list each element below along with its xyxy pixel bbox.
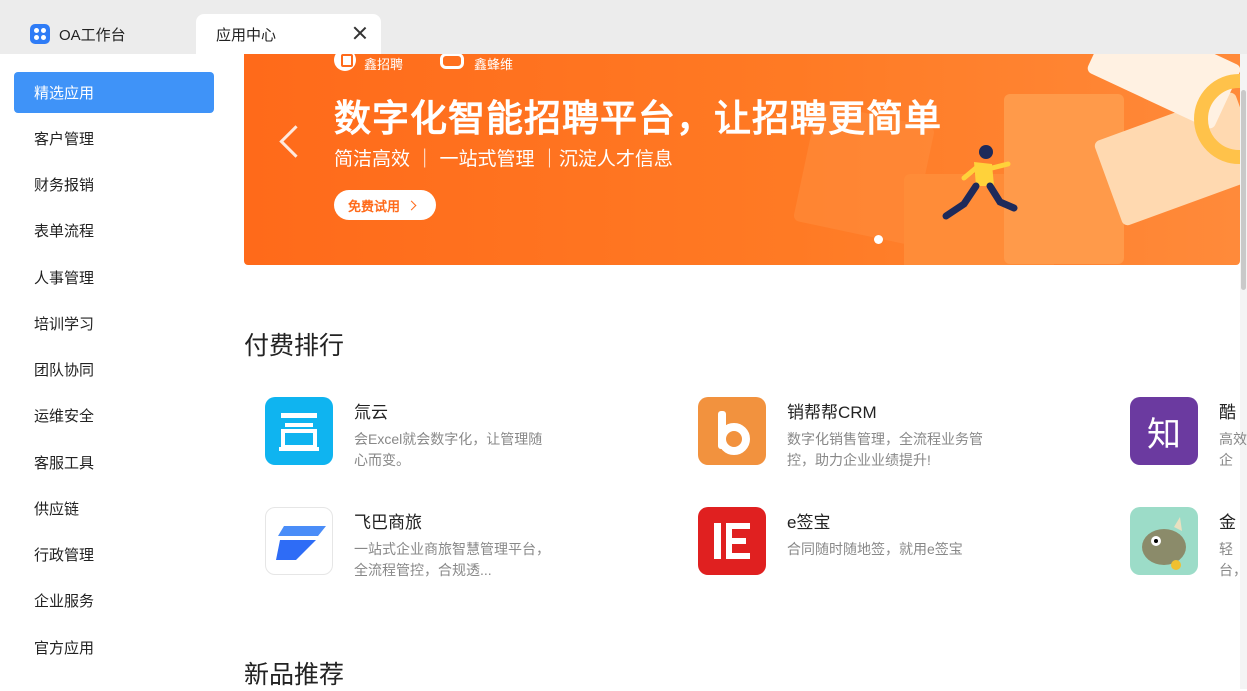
esign-icon [698, 507, 766, 575]
app-card-chuanyun[interactable]: 氚云 会Excel就会数字化，让管理随心而变。 [265, 397, 665, 477]
brand-xinzhaopin: 鑫招聘 [334, 54, 403, 72]
section-title-paid-ranking: 付费排行 [244, 332, 345, 360]
free-trial-button[interactable]: 免费试用 [334, 190, 436, 220]
chevron-right-icon [406, 200, 417, 210]
sidebar-item-label: 运维安全 [34, 408, 95, 425]
tab-bar: OA工作台 应用中心 [0, 0, 1247, 54]
sidebar-item-hr[interactable]: 人事管理 [14, 257, 214, 298]
xinzhaopin-logo-icon [334, 54, 356, 71]
xinfengwei-logo-icon [440, 54, 464, 69]
sidebar-item-label: 精选应用 [34, 85, 95, 102]
app-name: 飞巴商旅 [354, 513, 422, 532]
app-name: e签宝 [787, 513, 831, 532]
sidebar-item-customer[interactable]: 客户管理 [14, 118, 214, 159]
sidebar-item-forms[interactable]: 表单流程 [14, 210, 214, 251]
app-card-ku[interactable]: 知 酷 高效企 [1130, 397, 1247, 477]
feiba-icon [265, 507, 333, 575]
sidebar-item-label: 行政管理 [34, 547, 95, 564]
sidebar-item-enterprise[interactable]: 企业服务 [14, 580, 214, 621]
scrollbar[interactable] [1240, 54, 1247, 689]
sidebar-item-label: 客服工具 [34, 455, 95, 472]
app-description: 轻台， [1219, 541, 1247, 578]
app-description: 合同随时随地签，就用e签宝 [787, 541, 963, 557]
app-card-jin[interactable]: 金 轻台， [1130, 507, 1247, 587]
sidebar-item-label: 客户管理 [34, 131, 95, 148]
app-description: 一站式企业商旅智慧管理平台， 全流程管控，合规透... [354, 541, 550, 578]
app-description: 高效企 [1219, 431, 1247, 468]
scrollbar-thumb[interactable] [1241, 90, 1246, 290]
sidebar-item-admin[interactable]: 行政管理 [14, 534, 214, 575]
banner-subtitle: 简洁高效 ｜ 一站式管理 ｜沉淀人才信息 [334, 149, 673, 170]
close-icon[interactable] [353, 26, 367, 40]
app-description: 数字化销售管理，全流程业务管控，助力企业业绩提升! [787, 431, 983, 468]
sidebar-item-team[interactable]: 团队协同 [14, 349, 214, 390]
sidebar-item-ops[interactable]: 运维安全 [14, 395, 214, 436]
sidebar-item-label: 财务报销 [34, 177, 95, 194]
zhi-icon: 知 [1130, 397, 1198, 465]
xiaobangbang-icon [698, 397, 766, 465]
app-name: 氚云 [354, 403, 388, 422]
section-title-new-products: 新品推荐 [244, 661, 345, 689]
sidebar-item-supply[interactable]: 供应链 [14, 488, 214, 529]
sidebar-item-featured[interactable]: 精选应用 [14, 72, 214, 113]
sidebar-item-label: 官方应用 [34, 640, 95, 657]
runner-illustration [942, 145, 1018, 220]
chuanyun-icon [265, 397, 333, 465]
tab-app-center[interactable]: 应用中心 [196, 14, 381, 54]
rhino-icon [1130, 507, 1198, 575]
sidebar-item-label: 表单流程 [34, 223, 95, 240]
app-description: 会Excel就会数字化，让管理随心而变。 [354, 431, 543, 468]
carousel-dot[interactable] [874, 235, 883, 244]
tab-oa-workbench[interactable]: OA工作台 [30, 14, 126, 54]
app-name: 酷 [1219, 403, 1236, 422]
sidebar: 精选应用 客户管理 财务报销 表单流程 人事管理 培训学习 团队协同 运维安全 … [0, 54, 230, 689]
app-card-xiaobangbang[interactable]: 销帮帮CRM 数字化销售管理，全流程业务管控，助力企业业绩提升! [698, 397, 1098, 477]
brand-label: 鑫蜂维 [474, 56, 514, 72]
promo-banner[interactable]: 鑫招聘 鑫蜂维 数字化智能招聘平台，让招聘更简单 简洁高效 ｜ 一站式管理 ｜沉… [244, 54, 1240, 265]
sidebar-item-label: 供应链 [34, 501, 80, 518]
sidebar-item-label: 培训学习 [34, 316, 95, 333]
sidebar-item-service[interactable]: 客服工具 [14, 442, 214, 483]
app-card-feiba[interactable]: 飞巴商旅 一站式企业商旅智慧管理平台， 全流程管控，合规透... [265, 507, 665, 587]
sidebar-item-finance[interactable]: 财务报销 [14, 164, 214, 205]
button-label: 免费试用 [348, 198, 401, 214]
tab-label: OA工作台 [59, 26, 126, 44]
brand-xinfengwei: 鑫蜂维 [440, 54, 513, 72]
app-card-esign[interactable]: e签宝 合同随时随地签，就用e签宝 [698, 507, 1098, 587]
banner-title: 数字化智能招聘平台，让招聘更简单 [334, 98, 942, 139]
sidebar-item-label: 企业服务 [34, 593, 95, 610]
brand-label: 鑫招聘 [364, 56, 404, 72]
app-grid-icon [30, 24, 50, 44]
chevron-left-icon[interactable] [278, 122, 298, 158]
tab-label: 应用中心 [216, 26, 277, 44]
sidebar-item-official[interactable]: 官方应用 [14, 627, 214, 668]
sidebar-item-label: 人事管理 [34, 270, 95, 287]
sidebar-item-training[interactable]: 培训学习 [14, 303, 214, 344]
sidebar-item-label: 团队协同 [34, 362, 95, 379]
app-name: 销帮帮CRM [787, 403, 877, 422]
app-name: 金 [1219, 513, 1236, 532]
